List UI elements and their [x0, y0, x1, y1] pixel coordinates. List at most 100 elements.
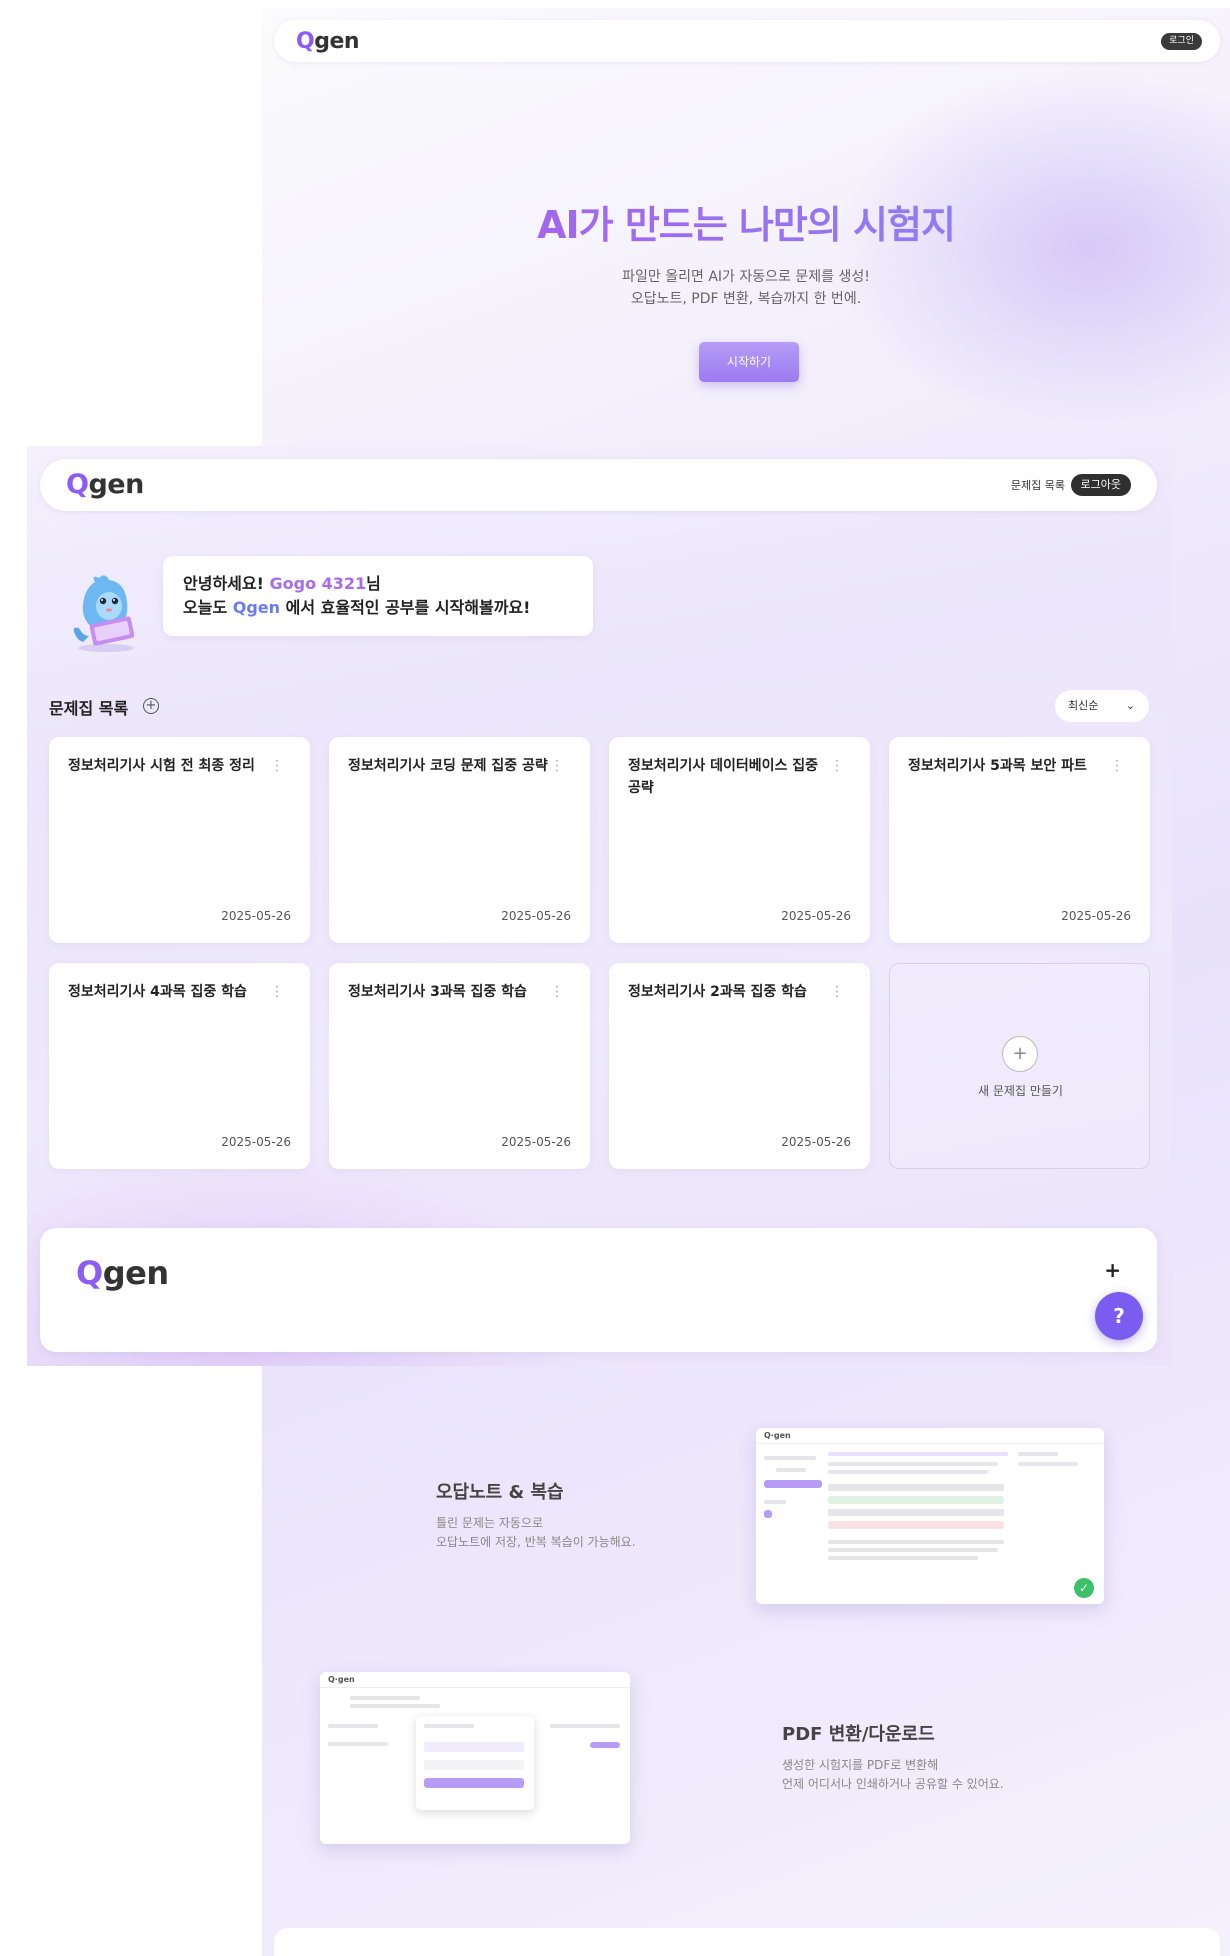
- logout-button[interactable]: 로그아웃: [1070, 474, 1131, 496]
- mascot-help-icon[interactable]: ?: [1095, 1292, 1143, 1340]
- feature-pdf-title: PDF 변환/다운로드: [782, 1724, 935, 1745]
- mockup-question-line: [828, 1462, 998, 1466]
- landing-navbar: Qgen 로그인: [274, 20, 1220, 62]
- workbook-card[interactable]: 정보처리기사 4과목 집중 학습 ⋮ 2025-05-26: [49, 963, 310, 1169]
- sort-label: 최신순: [1068, 699, 1099, 712]
- greeting-card: 안녕하세요! Gogo 4321님 오늘도 Qgen 에서 효율적인 공부를 시…: [163, 556, 593, 636]
- mockup-button: [764, 1480, 822, 1488]
- mockup-side-line: [1018, 1462, 1078, 1466]
- feature-pdf-desc-line-2: 언제 어디서나 인쇄하거나 공유할 수 있어요.: [782, 1777, 1004, 1791]
- mascot-dolphin-icon: [73, 575, 135, 652]
- mockup-question-line: [828, 1470, 988, 1474]
- mockup-option-wrong: [828, 1521, 1004, 1529]
- feature-review-title: 오답노트 & 복습: [436, 1482, 564, 1503]
- mockup-page-chip: [764, 1510, 772, 1518]
- mockup-navbar: Q·gen: [320, 1672, 630, 1688]
- nav-workbook-list-link[interactable]: 문제집 목록: [1011, 477, 1065, 493]
- feature-review-desc: 틀린 문제는 자동으로 오답노트에 저장, 반복 복습이 가능해요.: [436, 1514, 636, 1552]
- landing-logo[interactable]: Qgen: [296, 29, 360, 54]
- vertical-dots-icon[interactable]: ⋮: [550, 981, 564, 1003]
- workbook-card[interactable]: 정보처리기사 5과목 보안 파트 ⋮ 2025-05-26: [889, 737, 1150, 943]
- workbook-card[interactable]: 정보처리기사 2과목 집중 학습 ⋮ 2025-05-26: [609, 963, 870, 1169]
- dashboard-navbar: Qgen 문제집 목록 로그아웃: [40, 459, 1157, 511]
- section-title: 문제집 목록: [49, 699, 129, 718]
- vertical-dots-icon[interactable]: ⋮: [550, 755, 564, 777]
- vertical-dots-icon[interactable]: ⋮: [830, 755, 844, 777]
- workbook-card-title: 정보처리기사 3과목 집중 학습: [348, 984, 527, 1000]
- logo-q-mark: Q: [296, 29, 315, 54]
- footer-logo[interactable]: Qgen: [76, 1254, 169, 1292]
- workbook-card-date: 2025-05-26: [221, 1135, 291, 1149]
- workbook-card-title: 정보처리기사 2과목 집중 학습: [628, 984, 807, 1000]
- mockup-text-line: [328, 1742, 388, 1746]
- mockup-option: [828, 1509, 1004, 1516]
- new-workbook-card[interactable]: + 새 문제집 만들기: [889, 963, 1150, 1169]
- hero-subtitle-line-2: 오답노트, PDF 변환, 복습까지 한 번에.: [630, 291, 862, 307]
- workbook-card-date: 2025-05-26: [221, 909, 291, 923]
- start-button[interactable]: 시작하기: [699, 342, 799, 382]
- workbook-card-title: 정보처리기사 시험 전 최종 정리: [68, 758, 255, 774]
- dashboard-footer: Qgen +: [40, 1228, 1157, 1352]
- mockup-option-correct: [828, 1496, 1004, 1504]
- sort-select[interactable]: 최신순 ⌄: [1055, 690, 1149, 722]
- mockup-text-line: [350, 1696, 420, 1700]
- add-workbook-plus-icon[interactable]: +: [143, 698, 159, 714]
- greeting-username: Gogo 4321: [269, 574, 367, 593]
- mockup-modal: [416, 1716, 534, 1810]
- greeting-line-2: 오늘도 Qgen 에서 효율적인 공부를 시작해볼까요!: [183, 596, 573, 620]
- mockup-logo: Q·gen: [328, 1675, 355, 1684]
- workbook-card-date: 2025-05-26: [781, 1135, 851, 1149]
- hero-subtitle-line-1: 파일만 올리면 AI가 자동으로 문제를 생성!: [622, 269, 870, 285]
- vertical-dots-icon[interactable]: ⋮: [830, 981, 844, 1003]
- mockup-text-line: [550, 1724, 620, 1728]
- mockup-text-line: [328, 1724, 378, 1728]
- chevron-down-icon: ⌄: [1125, 699, 1135, 712]
- landing-footer-bar: [274, 1928, 1220, 1956]
- pdf-screenshot-mockup: Q·gen: [320, 1672, 630, 1844]
- login-button[interactable]: 로그인: [1161, 33, 1202, 50]
- vertical-dots-icon[interactable]: ⋮: [270, 981, 284, 1003]
- greeting-brand: Qgen: [232, 598, 281, 617]
- workbook-card[interactable]: 정보처리기사 3과목 집중 학습 ⋮ 2025-05-26: [329, 963, 590, 1169]
- logo-q-mark: Q: [76, 1254, 103, 1292]
- vertical-dots-icon[interactable]: ⋮: [270, 755, 284, 777]
- check-icon: ✓: [1074, 1578, 1094, 1598]
- workbook-card[interactable]: 정보처리기사 코딩 문제 집중 공략 ⋮ 2025-05-26: [329, 737, 590, 943]
- mockup-question-line: [828, 1452, 1008, 1456]
- greeting-line-1: 안녕하세요! Gogo 4321님: [183, 572, 573, 596]
- mockup-explanation-line: [828, 1556, 978, 1560]
- new-workbook-label: 새 문제집 만들기: [978, 1084, 1063, 1098]
- mockup-option: [828, 1484, 1004, 1491]
- mockup-text-line: [764, 1500, 786, 1504]
- workbook-card[interactable]: 정보처리기사 시험 전 최종 정리 ⋮ 2025-05-26: [49, 737, 310, 943]
- mockup-explanation-line: [828, 1548, 998, 1552]
- vertical-dots-icon[interactable]: ⋮: [1110, 755, 1124, 777]
- mockup-text-line: [776, 1468, 806, 1472]
- hero-subtitle: 파일만 올리면 AI가 자동으로 문제를 생성! 오답노트, PDF 변환, 복…: [262, 266, 1230, 310]
- feature-pdf-desc: 생성한 시험지를 PDF로 변환해 언제 어디서나 인쇄하거나 공유할 수 있어…: [782, 1756, 1004, 1794]
- workbook-card[interactable]: 정보처리기사 데이터베이스 집중 공략 ⋮ 2025-05-26: [609, 737, 870, 943]
- workbook-card-title: 정보처리기사 5과목 보안 파트: [908, 758, 1087, 774]
- mockup-side-line: [1018, 1452, 1058, 1456]
- workbook-card-date: 2025-05-26: [1061, 909, 1131, 923]
- feature-review-desc-line-1: 틀린 문제는 자동으로: [436, 1516, 543, 1530]
- mockup-modal-title: [424, 1724, 474, 1728]
- hero-title: AI가 만드는 나만의 시험지: [262, 194, 1230, 249]
- workbook-card-date: 2025-05-26: [501, 1135, 571, 1149]
- mockup-modal-option: [424, 1742, 524, 1752]
- review-screenshot-mockup: Q·gen ✓: [756, 1428, 1104, 1604]
- workbook-card-title: 정보처리기사 데이터베이스 집중 공략: [628, 758, 819, 796]
- greeting-prefix: 안녕하세요!: [183, 574, 264, 593]
- mockup-button: [590, 1742, 620, 1748]
- dashboard-logo[interactable]: Qgen: [66, 469, 144, 500]
- mockup-explanation-line: [828, 1540, 1004, 1544]
- mockup-text-line: [764, 1456, 816, 1460]
- mockup-modal-confirm: [424, 1778, 524, 1788]
- mockup-modal-option: [424, 1760, 524, 1770]
- dashboard-page: Qgen 문제집 목록 로그아웃 안녕하세요! Gogo 4321님 오늘도 Q…: [27, 446, 1172, 1366]
- mockup-logo: Q·gen: [764, 1431, 791, 1440]
- mockup-text-line: [350, 1704, 440, 1708]
- workbook-card-title: 정보처리기사 4과목 집중 학습: [68, 984, 247, 1000]
- plus-icon[interactable]: +: [1104, 1258, 1121, 1282]
- feature-review-desc-line-2: 오답노트에 저장, 반복 복습이 가능해요.: [436, 1535, 636, 1549]
